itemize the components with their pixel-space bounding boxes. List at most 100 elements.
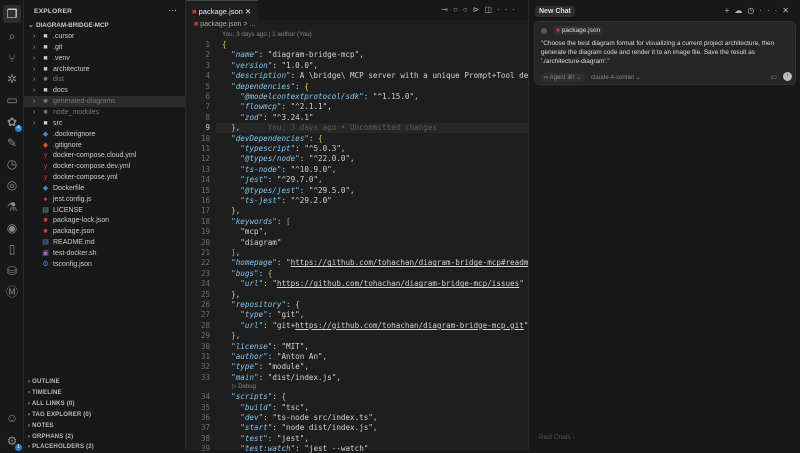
section-header[interactable]: › OUTLINE: [28, 379, 60, 385]
testing-icon[interactable]: ⚗: [5, 200, 19, 214]
files-icon[interactable]: ❐: [3, 5, 21, 23]
code-line[interactable]: "test": "jest",: [222, 434, 309, 443]
code-line[interactable]: "diagram": [222, 238, 281, 247]
account-icon[interactable]: ☺: [5, 411, 19, 425]
code-line[interactable]: "type": "module",: [222, 362, 309, 371]
debug-codelens[interactable]: ▷ Debug: [232, 383, 256, 390]
tab-new-chat[interactable]: New Chat: [535, 6, 575, 17]
code-line[interactable]: "type": "git",: [222, 310, 304, 319]
code-line[interactable]: },: [222, 331, 240, 340]
image-icon[interactable]: ▭: [770, 73, 777, 81]
section-header[interactable]: › TAG EXPLORER (0): [28, 412, 91, 418]
code-line[interactable]: "author": "Anton An",: [222, 352, 327, 361]
source-control-icon[interactable]: ⑂: [5, 51, 19, 65]
section-header[interactable]: › ORPHANS (2): [28, 434, 73, 440]
code-line[interactable]: "main": "dist/index.js",: [222, 373, 341, 382]
file-item[interactable]: ▣ test-docker.sh: [24, 248, 186, 259]
code-line[interactable]: "version": "1.0.0",: [222, 61, 318, 70]
code-line[interactable]: "license": "MIT",: [222, 342, 309, 351]
folder-item[interactable]: › ■ src: [24, 118, 186, 129]
file-item[interactable]: ◆ .dockerignore: [24, 129, 186, 140]
section-header[interactable]: › ALL LINKS (0): [28, 401, 75, 407]
debug-icon[interactable]: ✲: [5, 72, 19, 86]
folder-item[interactable]: › ■ generated-diagrams: [24, 96, 186, 108]
code-line[interactable]: "ts-jest": "^29.2.0": [222, 196, 331, 205]
file-item[interactable]: ⚙ tsconfig.json: [24, 259, 186, 270]
close-icon[interactable]: ✕: [245, 7, 251, 16]
more-actions-button[interactable]: ···: [168, 5, 177, 15]
file-item[interactable]: y docker-compose.yml: [24, 172, 186, 183]
code-line[interactable]: "description": A \bridge\ MCP server wit…: [222, 71, 546, 80]
file-item[interactable]: ▤ LICENSE: [24, 205, 186, 216]
code-line[interactable]: ],: [222, 248, 240, 257]
code-line[interactable]: "@types/node": "^22.0.0",: [222, 154, 354, 163]
code-line[interactable]: "@modelcontextprotocol/sdk": "^1.15.0",: [222, 92, 418, 101]
file-icon[interactable]: ▯: [5, 242, 19, 256]
code-line[interactable]: "zod": "^3.24.1": [222, 113, 313, 122]
section-header[interactable]: › TIMELINE: [28, 390, 62, 396]
code-line[interactable]: "start": "node dist/index.js",: [222, 423, 377, 432]
folder-item[interactable]: › ■ dist: [24, 74, 186, 85]
code-line[interactable]: "url": "https://github.com/tohachan/diag…: [222, 279, 523, 288]
send-button[interactable]: ↑: [783, 72, 792, 81]
gear-icon[interactable]: ⚙ 1: [5, 434, 22, 451]
code-line[interactable]: "keywords": [: [222, 217, 290, 226]
file-item[interactable]: ■ package.json: [24, 226, 186, 237]
git-graph-icon[interactable]: ◎: [5, 178, 19, 192]
file-item[interactable]: ▤ README.md: [24, 237, 186, 248]
code-line[interactable]: "dependencies": {: [222, 82, 309, 91]
timeline-icon[interactable]: ◷: [5, 157, 19, 171]
code-line[interactable]: "@types/jest": "^29.5.0",: [222, 186, 354, 195]
file-item[interactable]: y docker-compose.cloud.yml: [24, 150, 186, 161]
editor-actions[interactable]: ⊸○○⊳◫···: [441, 5, 520, 14]
code-line[interactable]: "homepage": "https://github.com/tohachan…: [222, 258, 542, 267]
code-line[interactable]: {: [222, 40, 227, 49]
code-line[interactable]: "scripts": {: [222, 392, 286, 401]
file-item[interactable]: ◆ .gitignore: [24, 140, 186, 151]
database-icon[interactable]: ⛁: [5, 264, 19, 278]
section-header[interactable]: › PLACEHOLDERS (2): [28, 444, 94, 450]
code-line[interactable]: "jest": "^29.7.0",: [222, 175, 322, 184]
folder-item[interactable]: › ■ node_modules: [24, 107, 186, 118]
prompt-text[interactable]: "Choose the best diagram format for visu…: [541, 39, 791, 66]
code-line[interactable]: "ts-node": "^10.9.0",: [222, 165, 336, 174]
code-line[interactable]: }, You, 3 days ago • Uncommitted changes: [222, 123, 437, 132]
code-line[interactable]: "flowmcp": "^2.1.1",: [222, 102, 331, 111]
pen-icon[interactable]: ✎: [5, 136, 19, 150]
file-item[interactable]: ♠ jest.config.js: [24, 194, 186, 205]
code-line[interactable]: "devDependencies": {: [222, 134, 322, 143]
mode-select[interactable]: ∞ Agent ⌘I ⌄: [540, 73, 586, 82]
code-line[interactable]: "dev": "ts-node src/index.ts",: [222, 413, 377, 422]
code-line[interactable]: "test:watch": "jest --watch": [222, 444, 368, 453]
code-line[interactable]: "typescript": "^5.0.3",: [222, 144, 345, 153]
section-header[interactable]: › NOTES: [28, 423, 54, 429]
file-item[interactable]: ■ package-lock.json: [24, 215, 186, 226]
model-select[interactable]: claude-4-sonnet ⌄: [591, 74, 641, 81]
search-icon[interactable]: ⌕: [5, 29, 19, 43]
chat-actions[interactable]: +☁◷···✕: [725, 6, 794, 15]
folder-item[interactable]: › ■ .cursor: [24, 31, 186, 42]
code-line[interactable]: "build": "tsc",: [222, 403, 309, 412]
context-icon[interactable]: [541, 28, 547, 34]
markdown-icon[interactable]: Ⓜ: [5, 285, 19, 299]
code-line[interactable]: "repository": {: [222, 300, 300, 309]
target-icon[interactable]: ◉: [5, 221, 19, 235]
folder-item[interactable]: › ■ .git: [24, 42, 186, 53]
blame-codelens[interactable]: You, 3 days ago | 1 author (You): [222, 31, 312, 38]
tab-package-json[interactable]: ■ package.json ✕: [186, 0, 258, 20]
extensions-icon[interactable]: ✿ 4: [5, 115, 22, 132]
folder-item[interactable]: › ■ architecture: [24, 64, 186, 75]
chat-input[interactable]: ■ package.json "Choose the best diagram …: [534, 21, 796, 85]
code-line[interactable]: "url": "git+https://github.com/tohachan/…: [222, 321, 528, 330]
code-line[interactable]: },: [222, 290, 240, 299]
folder-item[interactable]: › ■ .venv: [24, 53, 186, 64]
code-line[interactable]: "name": "diagram-bridge-mcp",: [222, 50, 364, 59]
context-chip[interactable]: ■ package.json: [553, 26, 604, 35]
code-line[interactable]: "bugs": {: [222, 269, 272, 278]
explorer-root[interactable]: ⌄ DIAGRAM-BRIDGE-MCP: [24, 20, 186, 31]
code-line[interactable]: },: [222, 206, 240, 215]
remote-explorer-icon[interactable]: ▭: [5, 93, 19, 107]
breadcrumb[interactable]: ■ package.json > ...: [194, 21, 255, 28]
file-item[interactable]: y docker-compose.dev.yml: [24, 161, 186, 172]
file-item[interactable]: ◆ Dockerfile: [24, 183, 186, 194]
